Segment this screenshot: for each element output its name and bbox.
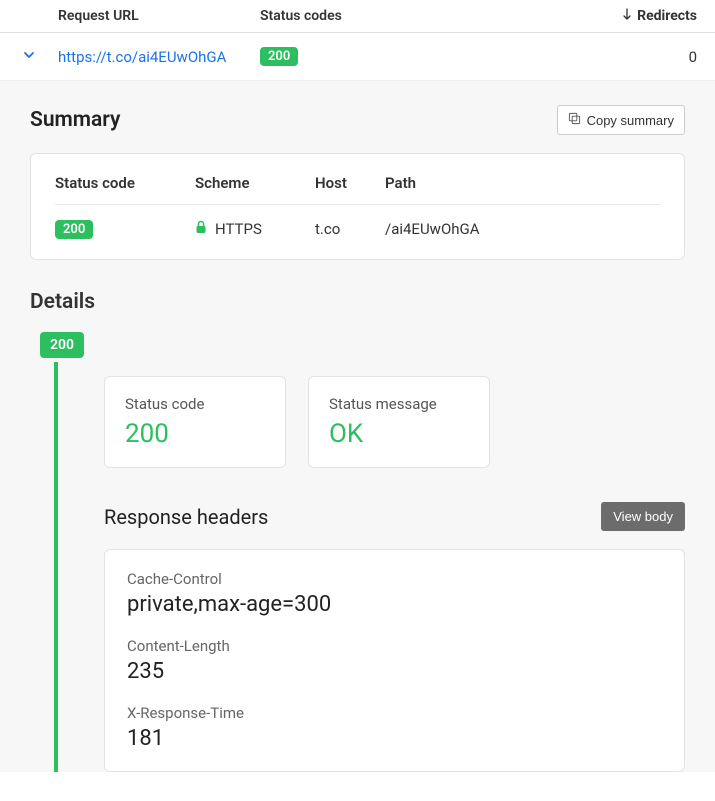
- summary-head-path: Path: [385, 174, 660, 192]
- header-item: Cache-Control private,max-age=300: [127, 570, 662, 617]
- summary-host-value: t.co: [315, 220, 385, 238]
- status-message-value: OK: [329, 419, 469, 449]
- summary-scheme-value: HTTPS: [215, 220, 262, 238]
- summary-head-scheme: Scheme: [195, 174, 315, 192]
- status-code-card: Status code 200: [104, 376, 286, 468]
- response-headers-card: Cache-Control private,max-age=300 Conten…: [104, 549, 685, 772]
- status-code-label: Status code: [125, 395, 265, 413]
- header-name: Cache-Control: [127, 570, 662, 588]
- sort-arrow-icon: [621, 8, 633, 24]
- summary-head-status: Status code: [55, 174, 195, 192]
- status-message-card: Status message OK: [308, 376, 490, 468]
- header-item: Content-Length 235: [127, 637, 662, 684]
- copy-summary-button[interactable]: Copy summary: [557, 105, 685, 135]
- summary-head-host: Host: [315, 174, 385, 192]
- header-value: private,max-age=300: [127, 592, 662, 617]
- view-body-button[interactable]: View body: [601, 502, 685, 531]
- col-header-redirects-label: Redirects: [637, 8, 697, 24]
- col-header-status[interactable]: Status codes: [260, 8, 530, 24]
- timeline-status-badge: 200: [40, 332, 84, 358]
- timeline: 200 Status code 200 Status message OK Re…: [30, 332, 685, 772]
- redirects-count: 0: [530, 48, 715, 66]
- summary-title: Summary: [30, 108, 120, 132]
- col-header-redirects[interactable]: Redirects: [530, 8, 715, 24]
- details-title: Details: [30, 290, 685, 314]
- summary-status-badge: 200: [55, 220, 93, 239]
- timeline-line: [54, 362, 58, 772]
- copy-icon: [568, 112, 581, 128]
- header-value: 181: [127, 726, 662, 751]
- header-name: Content-Length: [127, 637, 662, 655]
- summary-path-value: /ai4EUwOhGA: [385, 220, 660, 238]
- col-header-url[interactable]: Request URL: [0, 8, 260, 24]
- header-value: 235: [127, 659, 662, 684]
- result-row[interactable]: https://t.co/ai4EUwOhGA 200 0: [0, 33, 715, 81]
- lock-icon: [195, 220, 207, 238]
- summary-card: Status code Scheme Host Path 200 HTTPS t…: [30, 153, 685, 260]
- header-name: X-Response-Time: [127, 704, 662, 722]
- status-badge: 200: [260, 47, 298, 66]
- status-message-label: Status message: [329, 395, 469, 413]
- chevron-down-icon[interactable]: [22, 48, 36, 66]
- response-headers-title: Response headers: [104, 505, 268, 529]
- header-item: X-Response-Time 181: [127, 704, 662, 751]
- results-table-header: Request URL Status codes Redirects: [0, 0, 715, 33]
- copy-summary-label: Copy summary: [587, 113, 674, 128]
- expanded-content: Summary Copy summary Status code Scheme …: [0, 81, 715, 772]
- status-code-value: 200: [125, 419, 265, 449]
- request-url-link[interactable]: https://t.co/ai4EUwOhGA: [58, 48, 226, 66]
